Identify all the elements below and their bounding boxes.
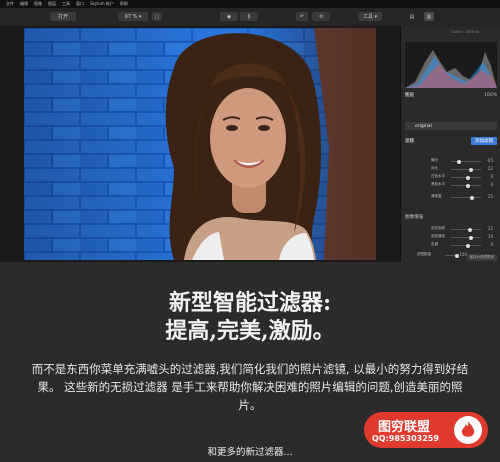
slider-label: 黑色水平 (431, 182, 445, 186)
slider-label: 色调 (431, 242, 438, 246)
toolbar: 打开 97 % ▾ ▢ ◉ ⫼ ↶ ⟲ 工具 ▾ ▤ ▥ (0, 8, 500, 27)
layers-opacity[interactable]: 100% (484, 93, 497, 98)
layers-view-icon[interactable]: ▤ (408, 12, 416, 21)
compare-icon[interactable]: ⫼ (240, 12, 258, 21)
slider-label: 曝光 (431, 158, 438, 162)
adjust-view-icon[interactable]: ▥ (424, 12, 434, 21)
watermark-qq: QQ:985303259 (372, 434, 439, 443)
slider-row[interactable]: 对比 22 (405, 166, 497, 172)
slider-label: 白色水平 (431, 174, 445, 178)
menu-layer[interactable]: 图层 (48, 1, 56, 7)
slider-row[interactable]: 白色水平 0 (405, 174, 497, 180)
menu-window[interactable]: 窗口 (76, 1, 84, 7)
tools-dropdown[interactable]: 工具 ▾ (358, 12, 382, 21)
image-canvas (0, 26, 400, 262)
add-filter-button[interactable]: 添加滤镜 (471, 137, 497, 145)
slider-row[interactable]: 色彩饱和 12 (405, 226, 497, 232)
layer-item[interactable]: original (405, 122, 497, 130)
section-header: 图像增强 (405, 214, 497, 220)
menu-bar: 文件 编辑 图像 图层 工具 窗口 Skylum 帐户 帮助 (0, 0, 500, 8)
layers-label: 图层 (405, 93, 414, 98)
menu-account[interactable]: Skylum 帐户 (90, 1, 114, 7)
headline-line-2: 提高,完美,激励。 (165, 318, 335, 344)
menu-file[interactable]: 文件 (6, 1, 14, 7)
undo-icon[interactable]: ↶ (296, 12, 308, 21)
body-text: 而不是东西你菜单充满嘘头的过滤器,我们简化我们的照片滤镜, 以最小的努力得到好结… (31, 362, 469, 412)
slider-value: 19 (487, 234, 493, 239)
slider-label: 清晰度 (431, 194, 442, 198)
section-label: 图像增强 (405, 215, 423, 220)
slider-label: 色彩饱和 (431, 226, 445, 230)
open-button[interactable]: 打开 (50, 12, 76, 21)
histogram (405, 42, 497, 88)
watermark-badge: 图穷联盟 QQ:985303259 (364, 412, 488, 448)
slider-value: -65 (486, 158, 493, 163)
slider-label: 色彩增强 (431, 234, 445, 238)
slider-label: 滤镜数量 (417, 252, 431, 256)
eye-icon[interactable]: ◉ (220, 12, 238, 21)
slider-value: 0 (490, 182, 493, 187)
slider-label: 对比 (431, 166, 438, 170)
zoom-dropdown[interactable]: 97 % ▾ (118, 12, 148, 21)
slider-value: 0 (490, 174, 493, 179)
fit-icon[interactable]: ▢ (152, 12, 162, 21)
slider-row[interactable]: 曝光 -65 (405, 158, 497, 164)
app-window: 文件 编辑 图像 图层 工具 窗口 Skylum 帐户 帮助 打开 97 % ▾… (0, 0, 500, 262)
slider-value: 0 (490, 242, 493, 247)
slider-value: 22 (487, 166, 493, 171)
layers-header: 图层 100% (405, 92, 497, 99)
slider-row[interactable]: 色彩增强 19 (405, 234, 497, 240)
slider-value: 12 (487, 226, 493, 231)
slider-row[interactable]: 黑色水平 0 (405, 182, 497, 188)
adjustments-panel: 1440 × 1920 px 图层 100% original 滤镜 添加滤镜 … (400, 26, 500, 262)
image-info: 1440 × 1920 px (451, 30, 480, 34)
slider-row[interactable]: 色调 0 (405, 242, 497, 248)
menu-tools[interactable]: 工具 (62, 1, 70, 7)
flame-logo-icon (454, 416, 482, 444)
menu-edit[interactable]: 编辑 (20, 1, 28, 7)
menu-image[interactable]: 图像 (34, 1, 42, 7)
slider-value: 25 (487, 194, 493, 199)
watermark-title: 图穷联盟 (378, 420, 431, 435)
filters-label: 滤镜 (405, 139, 414, 144)
history-icon[interactable]: ⟲ (312, 12, 330, 21)
save-preset-button[interactable]: 保存为滤镜预设 (466, 254, 497, 261)
photo-preview[interactable] (24, 28, 376, 260)
slider-row[interactable]: 清晰度 25 (405, 194, 497, 200)
layer-name: original (415, 123, 432, 129)
menu-help[interactable]: 帮助 (120, 1, 128, 7)
filters-header: 滤镜 添加滤镜 (405, 137, 497, 145)
